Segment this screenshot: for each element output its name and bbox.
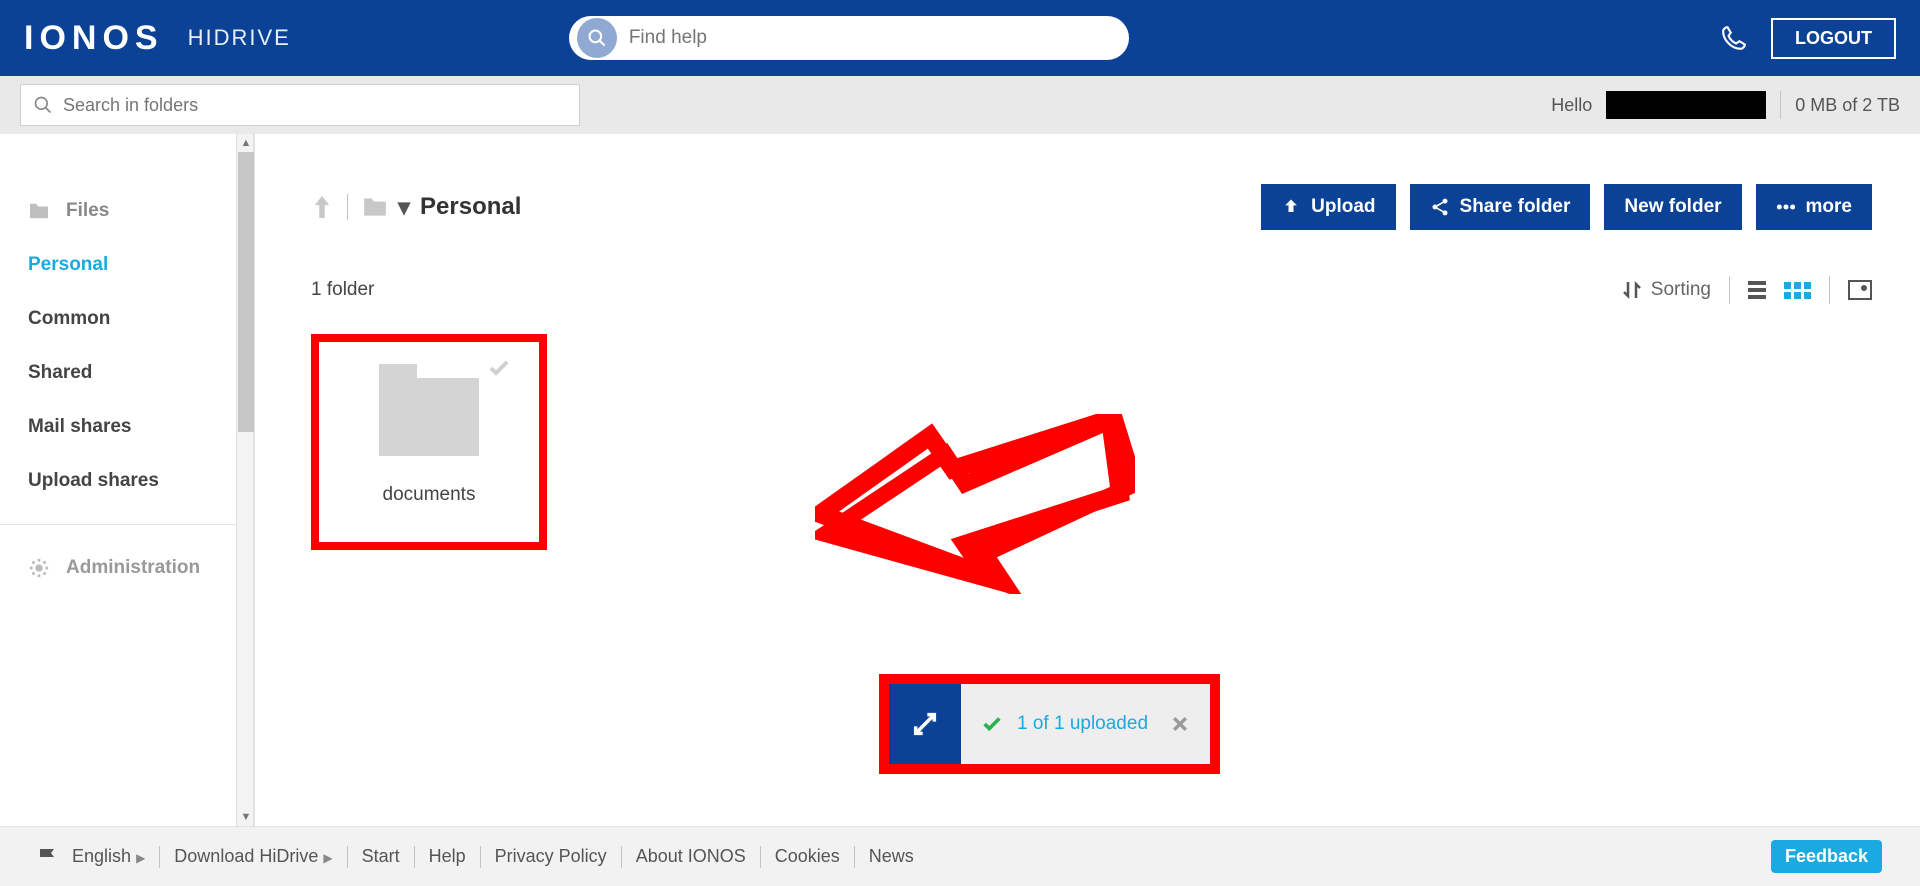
hello-text: Hello [1551, 95, 1592, 116]
sort-icon [1623, 280, 1641, 300]
flag-icon [38, 848, 58, 866]
sidebar: ▲ ▼ Files Personal Common Shared Mail sh… [0, 134, 255, 826]
sidebar-item-administration[interactable]: Administration [0, 541, 254, 595]
folder-search-input[interactable] [63, 95, 567, 116]
upload-icon [1281, 197, 1301, 217]
close-icon[interactable] [1170, 714, 1190, 734]
username-redacted [1606, 91, 1766, 119]
upload-button[interactable]: Upload [1261, 184, 1395, 230]
help-search[interactable] [569, 16, 1129, 60]
footer-link-privacy[interactable]: Privacy Policy [495, 846, 607, 867]
sidebar-item-common[interactable]: Common [0, 292, 254, 346]
sidebar-item-shared[interactable]: Shared [0, 346, 254, 400]
action-buttons: Upload Share folder New folder more [1261, 184, 1872, 230]
logout-button[interactable]: LOGOUT [1771, 18, 1896, 59]
footer: English ▶ Download HiDrive ▶ Start Help … [0, 826, 1920, 886]
chevron-down-icon[interactable]: ▾ [398, 193, 410, 222]
sidebar-section-label: Files [66, 200, 109, 222]
list-view-button[interactable] [1748, 281, 1766, 299]
folder-search[interactable] [20, 84, 580, 126]
content-pane: ▾ Personal Upload Share folder New folde… [255, 134, 1920, 826]
folder-name: documents [379, 484, 479, 506]
upload-expand-button[interactable] [889, 684, 961, 764]
expand-icon [911, 710, 939, 738]
scroll-up-icon[interactable]: ▲ [237, 134, 255, 152]
top-bar: IONOS HIDRIVE LOGOUT [0, 0, 1920, 76]
sidebar-item-mail-shares[interactable]: Mail shares [0, 400, 254, 454]
footer-link-cookies[interactable]: Cookies [775, 846, 840, 867]
main-area: ▲ ▼ Files Personal Common Shared Mail sh… [0, 134, 1920, 826]
folder-icon[interactable] [362, 196, 388, 218]
scroll-thumb[interactable] [238, 152, 254, 432]
more-button[interactable]: more [1756, 184, 1872, 230]
gear-icon [28, 557, 50, 579]
folder-icon [379, 378, 479, 456]
upload-status-bar: 1 of 1 uploaded [879, 674, 1220, 774]
footer-link-start[interactable]: Start [362, 846, 400, 867]
folder-icon [28, 202, 50, 220]
footer-link-about[interactable]: About IONOS [636, 846, 746, 867]
check-icon[interactable] [487, 356, 511, 380]
search-icon [587, 28, 607, 48]
search-icon [33, 95, 53, 115]
scroll-down-icon[interactable]: ▼ [237, 808, 255, 826]
share-folder-button[interactable]: Share folder [1410, 184, 1591, 230]
help-search-input[interactable] [617, 27, 1121, 49]
brand-logo: IONOS [24, 19, 164, 58]
share-icon [1430, 197, 1450, 217]
help-search-button[interactable] [577, 18, 617, 58]
sidebar-section-files[interactable]: Files [0, 184, 254, 238]
folder-tile-documents[interactable]: documents [311, 334, 547, 550]
upload-status-text: 1 of 1 uploaded [1017, 713, 1148, 735]
sub-header: Hello 0 MB of 2 TB [0, 76, 1920, 134]
language-selector[interactable]: English ▶ [72, 846, 145, 867]
breadcrumb-current: Personal [420, 193, 521, 221]
image-view-button[interactable] [1848, 280, 1872, 300]
new-folder-button[interactable]: New folder [1604, 184, 1741, 230]
grid-view-button[interactable] [1784, 282, 1811, 299]
product-name: HIDRIVE [188, 25, 291, 51]
check-icon [981, 713, 1003, 735]
folder-count: 1 folder [311, 279, 374, 301]
breadcrumb: ▾ Personal [311, 193, 521, 222]
sidebar-item-upload-shares[interactable]: Upload shares [0, 454, 254, 508]
storage-used: 0 MB of 2 TB [1795, 95, 1900, 116]
footer-link-help[interactable]: Help [429, 846, 466, 867]
up-arrow-icon[interactable] [311, 194, 333, 220]
sidebar-scrollbar[interactable]: ▲ ▼ [236, 134, 254, 826]
sidebar-separator [0, 524, 254, 525]
annotation-arrow-icon [815, 414, 1135, 594]
ellipsis-icon [1776, 197, 1796, 217]
phone-icon[interactable] [1721, 25, 1747, 51]
footer-link-news[interactable]: News [869, 846, 914, 867]
divider [1780, 91, 1781, 119]
feedback-button[interactable]: Feedback [1771, 840, 1882, 873]
sorting-button[interactable]: Sorting [1623, 279, 1711, 301]
sidebar-item-personal[interactable]: Personal [0, 238, 254, 292]
download-hidrive-link[interactable]: Download HiDrive ▶ [174, 846, 332, 867]
